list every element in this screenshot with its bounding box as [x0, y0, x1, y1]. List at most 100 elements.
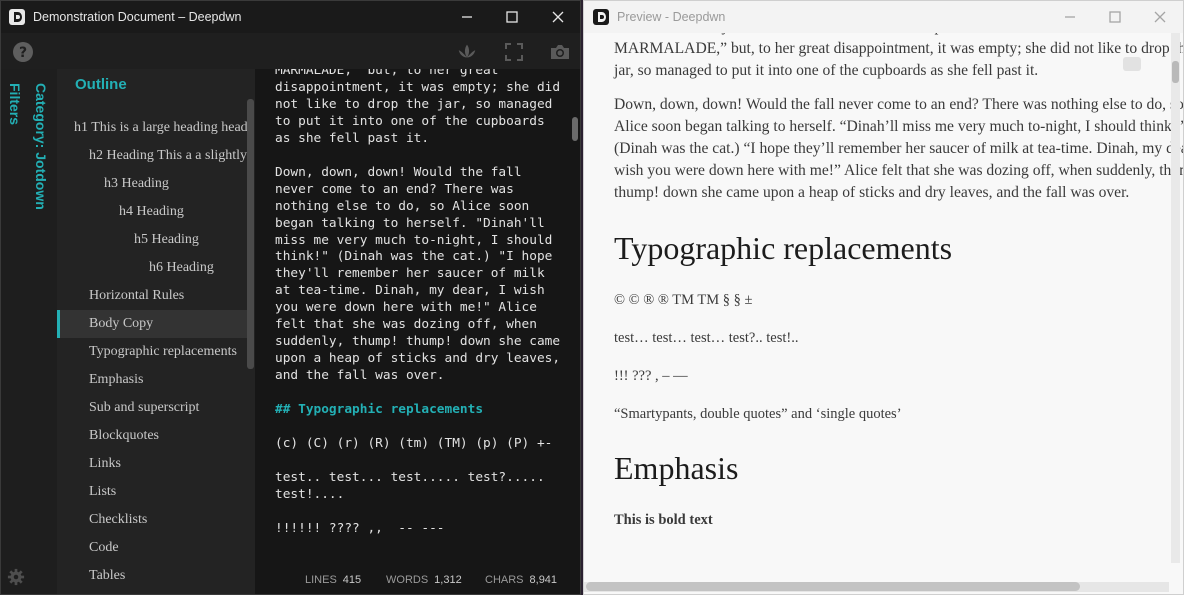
preview-line: Alice soon began talking to herself. “Di…	[614, 118, 1183, 135]
svg-text:?: ?	[19, 45, 27, 61]
lines-stat: LINES 415	[305, 574, 361, 586]
outline-item[interactable]: Body Copy	[57, 310, 247, 338]
fullscreen-button[interactable]	[503, 41, 525, 63]
settings-gear-icon[interactable]	[7, 568, 25, 586]
category-tab[interactable]: Category: Jotdown	[33, 83, 49, 210]
editor-line: never come to an end? There was	[275, 181, 514, 197]
minimize-icon	[1065, 16, 1075, 18]
editor-line: they'll remember her saucer of milk	[275, 266, 545, 282]
editor-text[interactable]: MARMALADE," but, to her great disappointm…	[275, 69, 570, 538]
preview-document: She took down a jar from one of the shel…	[614, 33, 1183, 548]
minimize-button[interactable]	[444, 1, 490, 33]
editor-line: think!" (Dinah was the cat.) "I hope	[275, 249, 553, 265]
outline-item[interactable]: Checklists	[57, 506, 247, 534]
editor-toolbar: ?	[1, 33, 580, 69]
preview-heading-emphasis: Emphasis	[614, 450, 739, 486]
words-label: WORDS	[386, 574, 429, 586]
preview-floating-button[interactable]	[1123, 57, 1141, 71]
preview-close-button[interactable]	[1137, 1, 1183, 33]
outline-item[interactable]: h2 Heading This a a slightly smaller hea…	[57, 142, 247, 170]
outline-item[interactable]: Emphasis	[57, 366, 247, 394]
editor-line: began talking to herself. "Dinah'll	[275, 215, 545, 231]
maximize-button[interactable]	[489, 1, 535, 33]
preview-line: jar, so managed to put it into one of th…	[614, 62, 1039, 79]
outline-panel: Outline h1 This is a large heading headi…	[57, 69, 255, 594]
minimize-icon	[462, 16, 472, 18]
preview-quotes-line: “Smartypants, double quotes” and ‘single…	[614, 406, 902, 422]
close-icon	[552, 11, 564, 23]
preview-bold-line: This is bold text	[614, 512, 713, 528]
editor-line: MARMALADE," but, to her great	[275, 69, 499, 78]
editor-line: nothing else to do, so Alice soon	[275, 198, 530, 214]
editor-titlebar: Demonstration Document – Deepdwn	[1, 1, 580, 33]
preview-paragraph-1: She took down a jar from one of the shel…	[614, 33, 1183, 82]
outline-item[interactable]: h5 Heading	[57, 226, 247, 254]
preview-titlebar: Preview - Deepdwn	[584, 1, 1183, 33]
lotus-icon	[458, 44, 476, 58]
editor-line: at tea-time. Dinah, my dear, I wish	[275, 283, 545, 299]
outline-item[interactable]: Sub and superscript	[57, 394, 247, 422]
outline-item[interactable]: Code	[57, 534, 247, 562]
outline-item[interactable]: Tables	[57, 562, 247, 590]
preview-line: MARMALADE,” but, to her great disappoint…	[614, 40, 1183, 57]
markdown-editor[interactable]: MARMALADE," but, to her great disappointm…	[255, 69, 580, 594]
preview-window-title: Preview - Deepdwn	[617, 10, 726, 24]
editor-scrollbar[interactable]	[572, 117, 578, 141]
preview-maximize-button[interactable]	[1092, 1, 1138, 33]
lines-value: 415	[342, 574, 362, 586]
outline-item[interactable]: Typographic replacements	[57, 338, 247, 366]
outline-item[interactable]: Links	[57, 450, 247, 478]
preview-vertical-scroll-thumb[interactable]	[1172, 61, 1179, 83]
outline-item[interactable]: h6 Heading	[57, 254, 247, 282]
filters-tab[interactable]: Filters	[7, 83, 23, 125]
outline-item[interactable]: Lists	[57, 478, 247, 506]
preview-vertical-scrollbar[interactable]	[1171, 33, 1180, 563]
focus-mode-button[interactable]	[456, 41, 478, 63]
chars-stat: CHARS 8,941	[485, 574, 557, 586]
maximize-icon	[506, 11, 518, 23]
outline-title: Outline	[75, 76, 127, 93]
help-button[interactable]: ?	[12, 41, 34, 63]
editor-line: upon a heap of sticks and dry leaves,	[275, 351, 561, 367]
editor-line: suddenly, thump! thump! down she came	[275, 334, 561, 350]
preview-line: (Dinah was the cat.) “I hope they’ll rem…	[614, 140, 1183, 157]
preview-content: She took down a jar from one of the shel…	[584, 33, 1183, 594]
editor-line: to put it into one of the cupboards	[275, 113, 545, 129]
preview-symbols-line: © © ® ® TM TM § § ±	[614, 292, 753, 308]
chars-value: 8,941	[529, 574, 558, 586]
editor-line: you were down here with me!" Alice	[275, 300, 537, 316]
fullscreen-icon	[505, 43, 523, 61]
preview-paragraph-2: Down, down, down! Would the fall never c…	[614, 94, 1183, 204]
editor-line: test!....	[275, 486, 345, 502]
outline-item[interactable]: Blockquotes	[57, 422, 247, 450]
outline-item[interactable]: Horizontal Rules	[57, 282, 247, 310]
side-tabs: Filters Category: Jotdown	[1, 69, 57, 594]
editor-line: and the fall was over.	[275, 368, 445, 384]
chars-label: CHARS	[485, 574, 524, 586]
editor-window: Demonstration Document – Deepdwn ? Filte…	[0, 0, 581, 595]
status-bar: LINES 415 WORDS 1,312 CHARS 8,941	[255, 566, 580, 594]
camera-icon	[551, 45, 569, 59]
outline-item[interactable]: h3 Heading	[57, 170, 247, 198]
editor-line: Down, down, down! Would the fall	[275, 164, 522, 180]
screenshot-button[interactable]	[549, 41, 571, 63]
maximize-icon	[1109, 11, 1121, 23]
outline-item[interactable]: h4 Heading	[57, 198, 247, 226]
editor-line: miss me very much to-night, I should	[275, 232, 553, 248]
editor-line: felt that she was dozing off, when	[275, 317, 537, 333]
editor-line: disappointment, it was empty; she did	[275, 79, 561, 95]
editor-line: (c) (C) (r) (R) (tm) (TM) (p) (P) +-	[275, 435, 553, 451]
editor-line: ## Typographic replacements	[275, 402, 484, 418]
close-button[interactable]	[535, 1, 580, 33]
preview-minimize-button[interactable]	[1047, 1, 1093, 33]
help-icon: ?	[13, 42, 33, 62]
editor-line: !!!!!! ???? ,, -- ---	[275, 520, 445, 536]
outline-item[interactable]: h1 This is a large heading heading	[57, 114, 247, 142]
preview-horizontal-scroll-thumb[interactable]	[586, 582, 1080, 591]
outline-scrollbar[interactable]	[247, 99, 254, 369]
editor-line: as she fell past it.	[275, 130, 430, 146]
